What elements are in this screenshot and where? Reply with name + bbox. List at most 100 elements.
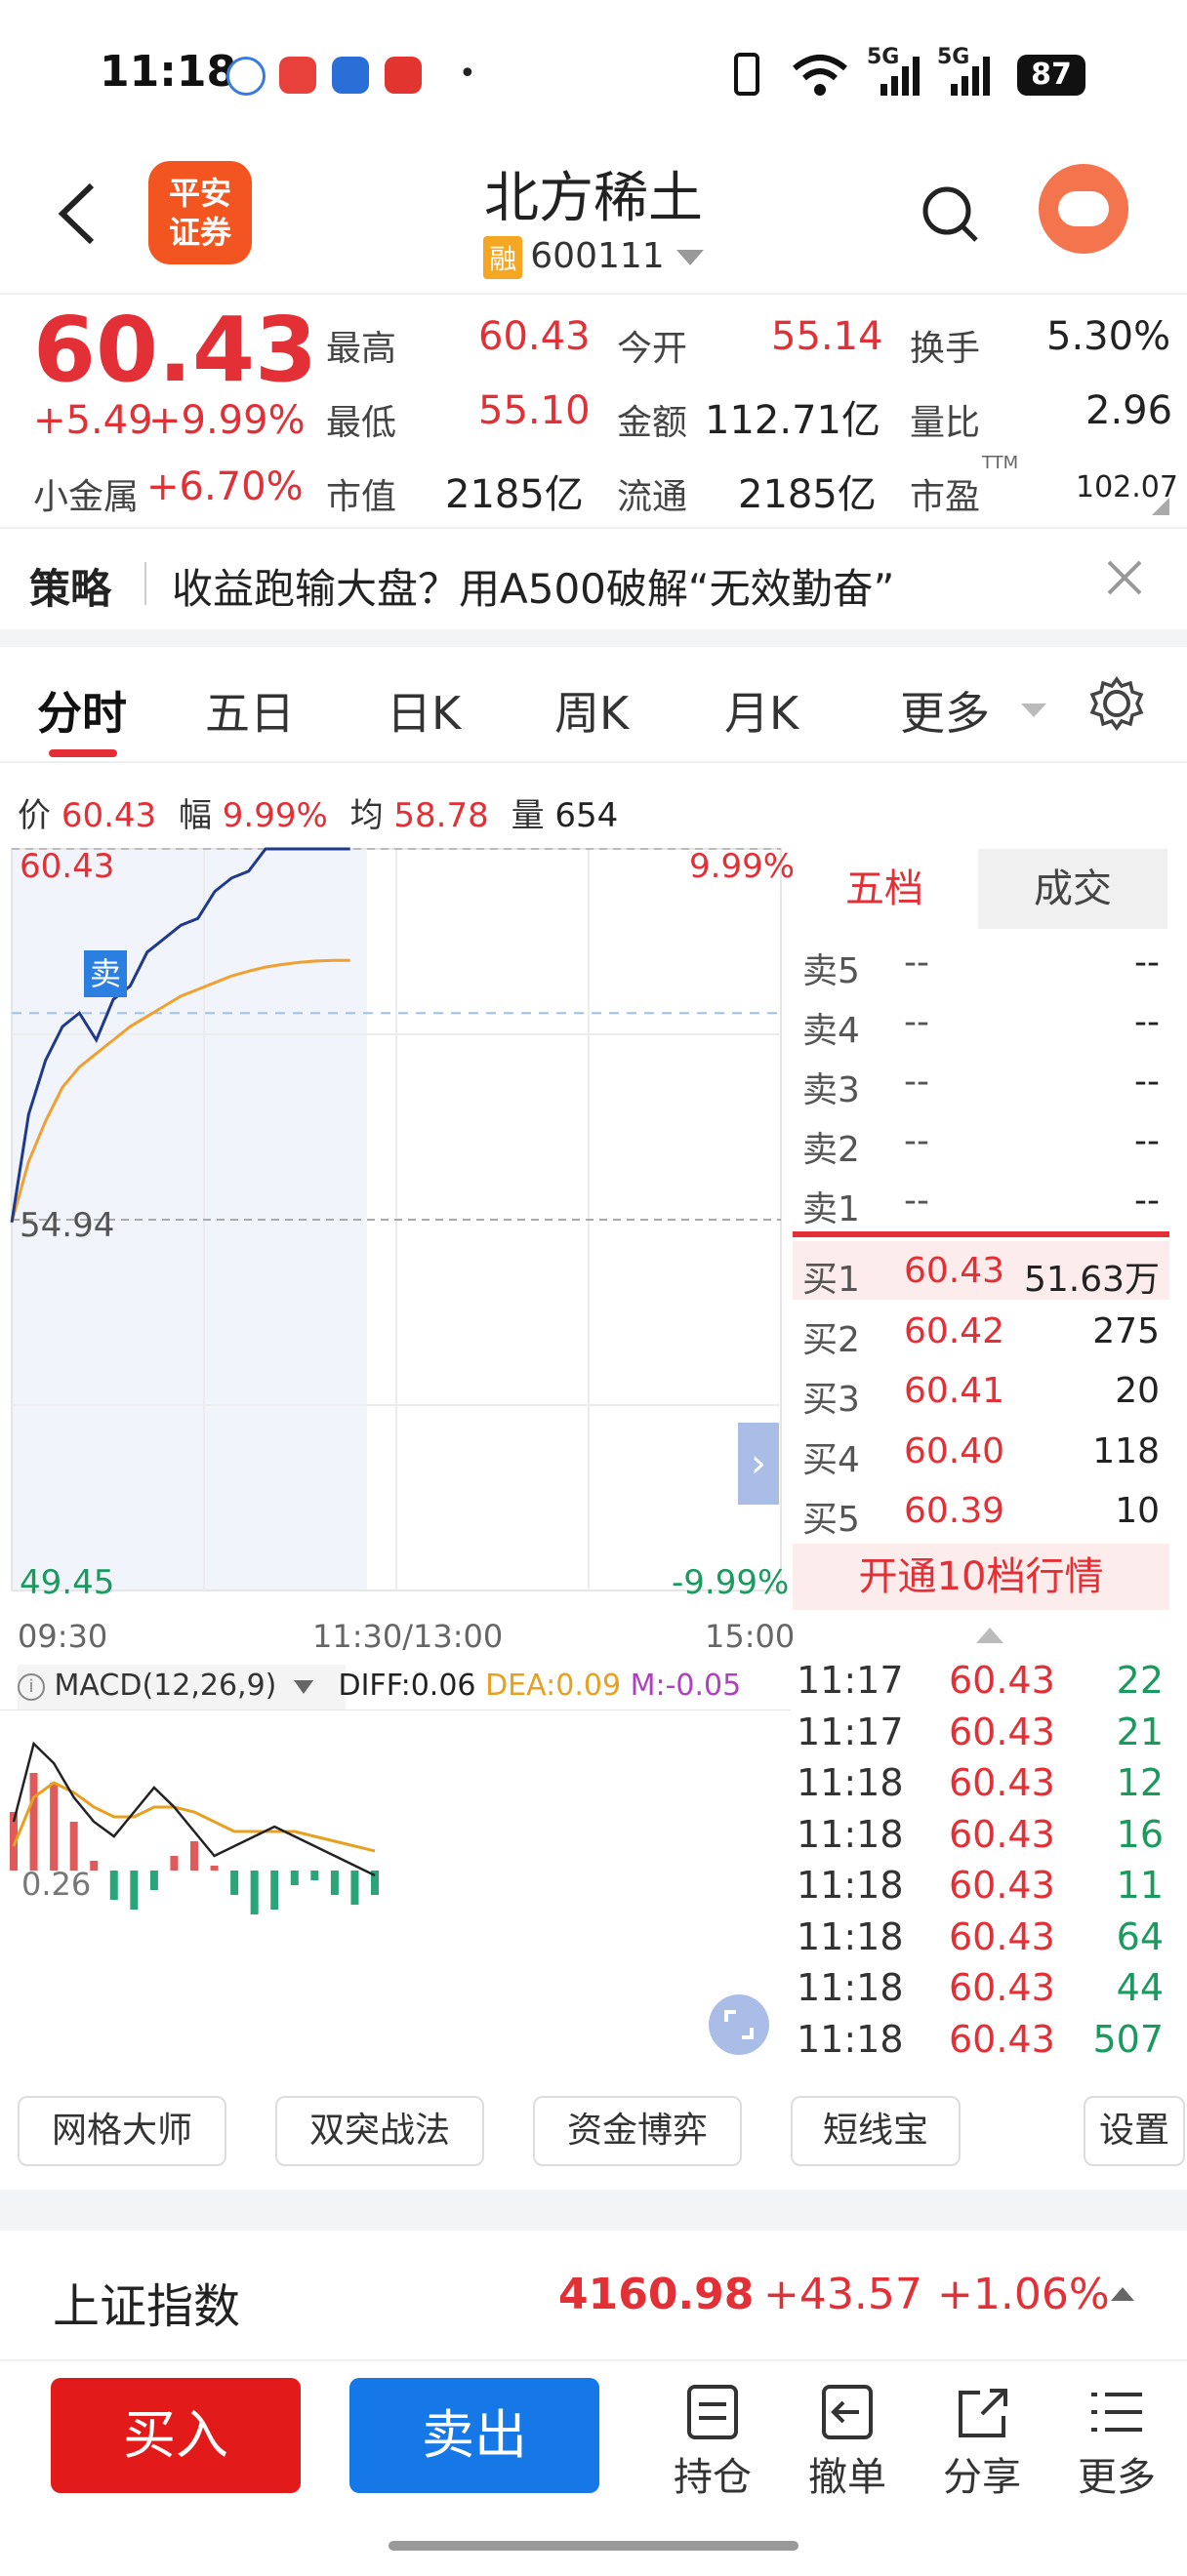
low-label: 最低 (326, 403, 397, 443)
order-level-row[interactable]: 卖5 -- -- (793, 933, 1171, 992)
y-bottom-label: 49.45 (20, 1563, 115, 1602)
tick-time: 11:18 (797, 1864, 904, 1907)
app-notification-icon (279, 57, 316, 94)
tab-intraday[interactable]: 分时 (37, 678, 127, 743)
cancel-order-button[interactable]: 撤单 (798, 2383, 896, 2502)
banner-tag: 策略 (29, 565, 112, 613)
more-button[interactable]: 更多 (1068, 2383, 1166, 2502)
float-value: 2185亿 (738, 472, 877, 517)
macd-diff: DIFF:0.06 (338, 1669, 476, 1703)
app-notification-icon (385, 57, 422, 94)
dea-line (12, 1781, 376, 1853)
high-label: 最高 (326, 329, 397, 369)
document-list-icon (687, 2385, 738, 2439)
order-level-row[interactable]: 买3 60.41 20 (793, 1361, 1171, 1422)
macd-histogram-bar (330, 1871, 339, 1895)
level-price: -- (904, 943, 929, 983)
last-price: 60.43 (33, 298, 318, 402)
order-level-row[interactable]: 卖3 -- -- (793, 1052, 1171, 1111)
float-label: 流通 (617, 477, 688, 517)
chevron-down-icon (675, 250, 704, 265)
level-volume: -- (1134, 1002, 1160, 1042)
margin-badge: 融 (483, 236, 523, 279)
order-level-row[interactable]: 卖2 -- -- (793, 1111, 1171, 1171)
y-top-label: 60.43 (20, 847, 115, 886)
order-level-row[interactable]: 买5 60.39 10 (793, 1481, 1171, 1542)
tool-short-line-button[interactable]: 短线宝 (791, 2096, 961, 2166)
macd-chart[interactable] (0, 1710, 791, 2071)
settings-gear-icon[interactable] (1089, 676, 1144, 731)
tab-monthly-k[interactable]: 月K (724, 678, 798, 743)
order-level-row[interactable]: 卖4 -- -- (793, 992, 1171, 1052)
buy-button[interactable]: 买入 (51, 2378, 301, 2493)
scroll-up-icon[interactable] (976, 1628, 1003, 1643)
tab-daily-k[interactable]: 日K (387, 678, 461, 743)
app-notification-icon (226, 57, 266, 96)
amount-label: 金额 (617, 403, 688, 443)
chevron-right-icon[interactable]: › (738, 1423, 779, 1505)
level-price: 60.42 (904, 1310, 1005, 1351)
info-icon: i (18, 1672, 45, 1701)
mktcap-label: 市值 (326, 477, 397, 517)
tab-trades[interactable]: 成交 (978, 849, 1167, 929)
level-label: 卖5 (802, 951, 860, 991)
mktcap-value: 2185亿 (445, 472, 584, 517)
order-level-row[interactable]: 买1 60.43 51.63万 (793, 1241, 1171, 1302)
level-label: 卖2 (802, 1130, 860, 1170)
tool-capital-game-button[interactable]: 资金博弈 (533, 2096, 742, 2166)
order-level-row[interactable]: 买2 60.42 275 (793, 1302, 1171, 1362)
banner-text[interactable]: 收益跑输大盘？用A500破解“无效勤奋” (172, 556, 894, 616)
index-name: 上证指数 (53, 2279, 241, 2334)
trades-tab-label: 成交 (1034, 866, 1112, 911)
x-label-close: 15:00 (705, 1618, 796, 1655)
assistant-avatar-icon[interactable] (1039, 164, 1128, 254)
expand-corner-icon[interactable] (1152, 498, 1169, 515)
sector-label[interactable]: 小金属 (33, 468, 139, 519)
price-change-pct: +9.99% (148, 398, 306, 443)
order-level-row[interactable]: 买4 60.40 118 (793, 1422, 1171, 1482)
level-price: 60.41 (904, 1371, 1005, 1411)
upgrade-10-level-button[interactable]: 开通10档行情 (793, 1544, 1169, 1610)
level-price: -- (904, 1121, 929, 1161)
sell-marker[interactable]: 卖 (84, 950, 127, 997)
share-button[interactable]: 分享 (933, 2383, 1031, 2502)
macd-histogram-bar (270, 1871, 279, 1910)
macd-histogram-bar (69, 1822, 78, 1871)
search-icon[interactable] (921, 185, 980, 244)
index-bar[interactable]: 上证指数 4160.98 +43.57 +1.06% (0, 2234, 1187, 2361)
sell-button[interactable]: 卖出 (349, 2378, 599, 2493)
trade-tick-row: 11:18 60.43 11 (793, 1858, 1171, 1910)
share-icon (959, 2389, 1007, 2437)
level-label: 买2 (802, 1319, 860, 1360)
buy-levels: 买1 60.43 51.63万 买2 60.42 275 买3 60.41 20 买4 60.40 1… (793, 1241, 1171, 1542)
tab-more[interactable]: 更多 (900, 678, 990, 743)
wifi-icon (793, 55, 847, 96)
home-indicator[interactable] (389, 2541, 798, 2551)
level-price: -- (904, 1002, 929, 1042)
tab-5day[interactable]: 五日 (205, 678, 295, 743)
macd-histogram-bar (310, 1871, 319, 1880)
banner-divider (144, 562, 146, 605)
tick-price: 60.43 (949, 1966, 1055, 2009)
tick-price: 60.43 (949, 1812, 1055, 1856)
fullscreen-icon[interactable] (709, 1994, 769, 2055)
tab-weekly-k[interactable]: 周K (554, 678, 629, 743)
high-value: 60.43 (478, 314, 591, 359)
tool-settings-button[interactable]: 设置 (1084, 2096, 1185, 2166)
order-level-row[interactable]: 卖1 -- -- (793, 1171, 1171, 1230)
trade-tick-row: 11:18 60.43 16 (793, 1807, 1171, 1859)
status-dot: • (459, 57, 476, 91)
stock-code-selector[interactable]: 融 600111 (0, 236, 1187, 279)
tool-double-break-button[interactable]: 双突战法 (275, 2096, 484, 2166)
level-label: 买5 (802, 1500, 860, 1540)
hold-button[interactable]: 持仓 (664, 2383, 761, 2502)
undo-icon (822, 2385, 873, 2439)
macd-histogram-bar (149, 1871, 158, 1890)
tick-volume: 16 (1116, 1812, 1164, 1856)
tool-grid-master-button[interactable]: 网格大师 (18, 2096, 226, 2166)
level-price: 60.43 (904, 1251, 1005, 1291)
close-icon[interactable] (1105, 558, 1144, 597)
level-label: 买4 (802, 1439, 860, 1480)
tab-order-book[interactable]: 五档 (793, 849, 976, 929)
macd-histogram-bar (250, 1871, 259, 1914)
